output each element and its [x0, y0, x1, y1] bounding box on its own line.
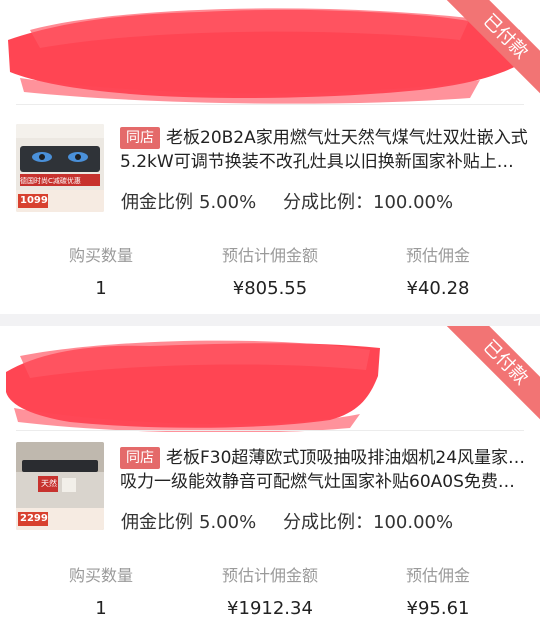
est-base-label: 预估计佣金额 — [221, 566, 318, 585]
commission-rate-value: 5.00% — [199, 192, 257, 213]
paid-status-label: 已付款 — [441, 0, 540, 100]
commission-rate: 佣金比例 5.00% — [121, 188, 256, 214]
share-rate-value: 100.00% — [373, 512, 454, 533]
divider — [16, 104, 524, 105]
paid-status-label: 已付款 — [441, 326, 540, 426]
share-rate: 分成比例：100.00% — [283, 188, 453, 214]
commission-rate: 佣金比例 5.00% — [121, 508, 256, 534]
order-card[interactable]: 已付款 1099 德国时尚C减碳优惠 同店 老板20B2A家用燃气灶天然气煤气灶… — [0, 0, 540, 314]
share-rate-value: 100.00% — [373, 192, 454, 213]
est-commission-label: 预估佣金 — [405, 566, 470, 585]
share-rate-label: 分成比例： — [283, 192, 373, 213]
share-rate-label: 分成比例： — [283, 512, 373, 533]
product-title-line2[interactable]: 5.2kW可调节换装不改孔灶具以旧换新国家补贴上门安… — [120, 148, 528, 176]
product-thumbnail[interactable]: 1099 德国时尚C减碳优惠 — [16, 124, 104, 212]
qty-label: 购买数量 — [68, 566, 133, 585]
commission-rate-label: 佣金比例 — [121, 192, 193, 213]
order-card[interactable]: 已付款 2299 天然 同店 老板F30超薄欧式顶吸抽吸排油烟机24风量家用大 … — [0, 326, 540, 639]
est-commission-value: ¥95.61 — [406, 598, 470, 619]
est-base-value: ¥805.55 — [232, 278, 308, 299]
order-header-redacted: 已付款 — [0, 0, 540, 106]
thumb-price-tag: 2299 — [20, 513, 48, 524]
qty-value: 1 — [95, 278, 107, 299]
paid-status-ribbon: 已付款 — [440, 0, 540, 100]
paid-status-ribbon: 已付款 — [440, 326, 540, 426]
qty-value: 1 — [95, 598, 107, 619]
product-title-line2[interactable]: 吸力一级能效静音可配燃气灶国家补贴60A0S免费上… — [120, 468, 528, 496]
product-thumbnail[interactable]: 2299 天然 — [16, 442, 104, 530]
qty-label: 购买数量 — [68, 246, 133, 265]
est-commission-label: 预估佣金 — [405, 246, 470, 265]
commission-rate-value: 5.00% — [199, 512, 257, 533]
est-commission-value: ¥40.28 — [406, 278, 470, 299]
thumb-price-tag: 1099 — [20, 195, 48, 206]
share-rate: 分成比例：100.00% — [283, 508, 453, 534]
thumb-banner-text: 天然 — [41, 479, 57, 488]
thumb-banner-text: 德国时尚C减碳优惠 — [20, 177, 81, 185]
est-base-label: 预估计佣金额 — [221, 246, 318, 265]
order-header-redacted: 已付款 — [0, 326, 540, 432]
divider — [16, 430, 524, 431]
commission-rate-label: 佣金比例 — [121, 512, 193, 533]
est-base-value: ¥1912.34 — [227, 598, 313, 619]
